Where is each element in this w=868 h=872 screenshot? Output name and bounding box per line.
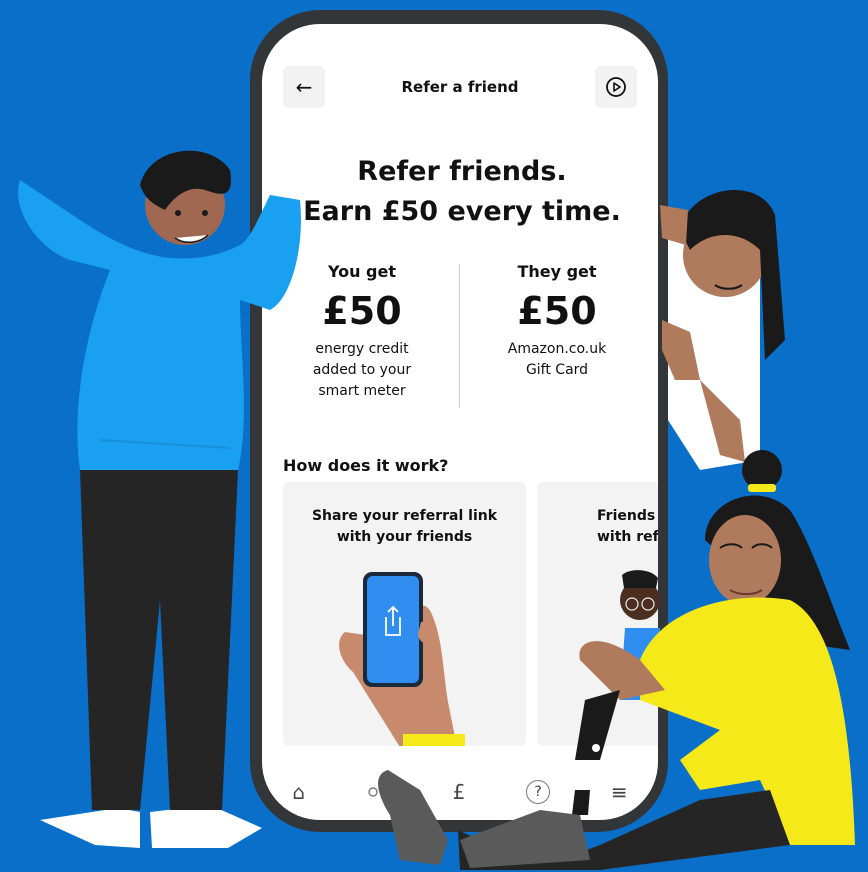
right-man-figure (660, 189, 785, 470)
stage: ← Refer a friend Refer friends. Earn £50… (0, 0, 868, 872)
sitting-woman-figure (378, 450, 855, 870)
left-man-figure (18, 150, 301, 848)
illustration-people (18, 150, 855, 870)
